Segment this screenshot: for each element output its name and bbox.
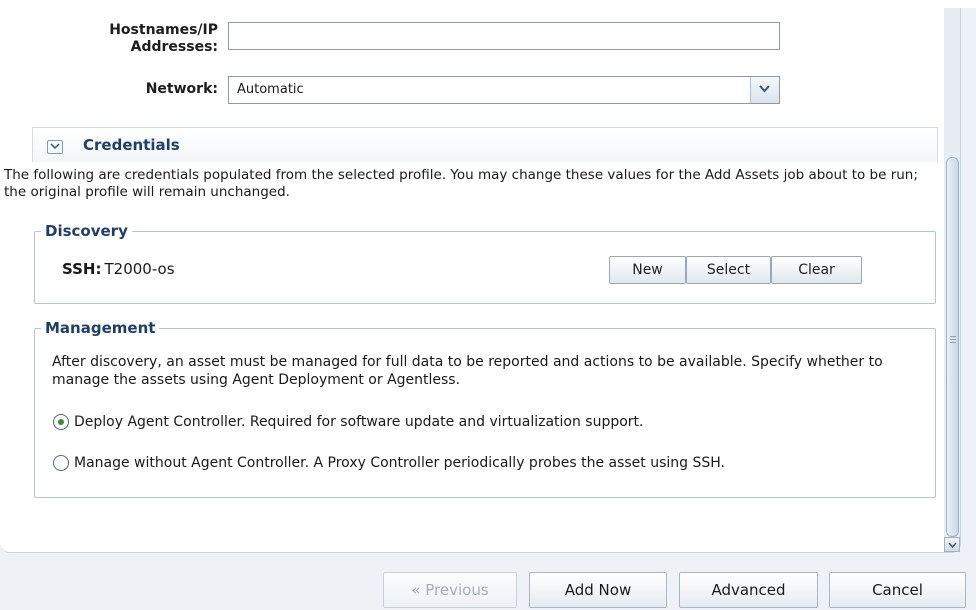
hostnames-input[interactable]: [228, 22, 780, 50]
scrollbar-thumb[interactable]: [946, 157, 959, 537]
add-now-button[interactable]: Add Now: [529, 572, 667, 608]
clear-button[interactable]: Clear: [771, 256, 862, 284]
new-button[interactable]: New: [609, 256, 686, 284]
credentials-section-header[interactable]: Credentials: [32, 127, 938, 162]
cancel-button[interactable]: Cancel: [829, 572, 966, 608]
network-dropdown-button[interactable]: [750, 77, 779, 103]
credentials-toggle[interactable]: [47, 140, 63, 154]
credentials-description: The following are credentials populated …: [4, 167, 918, 200]
agentless-radio[interactable]: [53, 455, 69, 471]
chevron-down-icon: [50, 143, 60, 150]
grip-icon: [950, 336, 956, 344]
hostnames-label: Hostnames/IP Addresses:: [109, 22, 218, 55]
agentless-label[interactable]: Manage without Agent Controller. A Proxy…: [74, 454, 725, 472]
management-legend: Management: [45, 319, 156, 337]
network-select[interactable]: Automatic: [228, 76, 780, 104]
scroll-down-button[interactable]: [944, 537, 960, 552]
previous-button[interactable]: « Previous: [383, 572, 517, 608]
network-value: Automatic: [237, 82, 304, 97]
ssh-credential: SSH: T2000-os: [62, 260, 175, 278]
chevron-down-icon: [759, 85, 770, 93]
deploy-agent-radio[interactable]: [53, 414, 69, 430]
deploy-agent-label[interactable]: Deploy Agent Controller. Required for so…: [74, 413, 644, 431]
discovery-legend: Discovery: [45, 222, 128, 240]
chevron-down-icon: [948, 542, 957, 548]
credentials-title: Credentials: [83, 136, 180, 154]
radio-selected-dot: [58, 419, 64, 425]
ssh-label: SSH:: [62, 260, 102, 278]
top-strip: [0, 0, 976, 8]
advanced-button[interactable]: Advanced: [679, 572, 818, 608]
network-label: Network:: [145, 81, 218, 97]
management-description: After discovery, an asset must be manage…: [52, 354, 883, 388]
select-button[interactable]: Select: [686, 256, 771, 284]
add-assets-panel: Hostnames/IP Addresses: Network: Automat…: [0, 8, 961, 553]
ssh-value: T2000-os: [104, 260, 175, 278]
